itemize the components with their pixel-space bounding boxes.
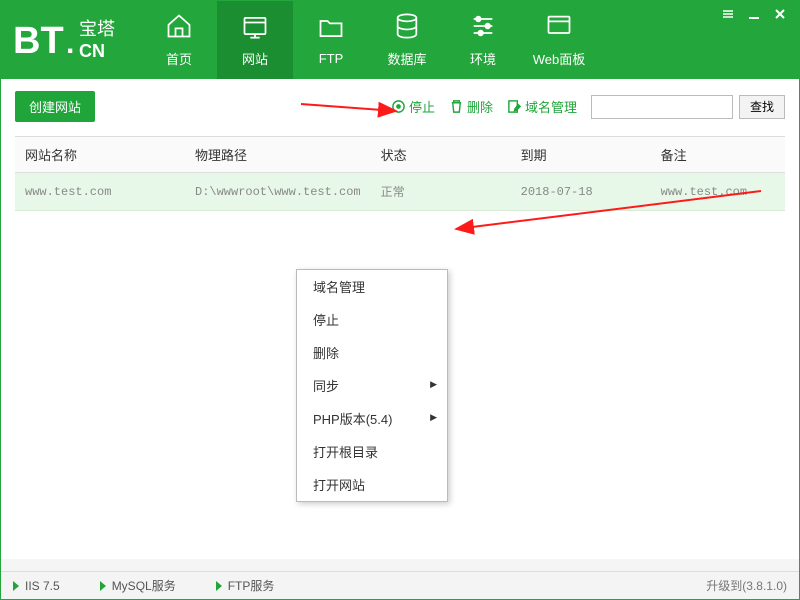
nav-ftp-label: FTP bbox=[319, 51, 344, 66]
ctx-stop[interactable]: 停止 bbox=[297, 303, 447, 336]
nav-ftp[interactable]: FTP bbox=[293, 1, 369, 79]
cell-name: www.test.com bbox=[15, 173, 185, 211]
home-icon bbox=[165, 12, 193, 43]
status-ftp[interactable]: FTP服务 bbox=[216, 577, 275, 594]
ctx-php-ver[interactable]: PHP版本(5.4) bbox=[297, 402, 447, 435]
window-controls bbox=[715, 5, 793, 23]
search-button[interactable]: 查找 bbox=[739, 95, 785, 119]
header: BT . 宝塔 CN 首页 网站 FTP bbox=[1, 1, 799, 79]
logo: BT . 宝塔 CN bbox=[1, 1, 141, 79]
nav-web[interactable]: Web面板 bbox=[521, 1, 597, 79]
status-ftp-label: FTP服务 bbox=[228, 577, 275, 594]
play-icon bbox=[100, 581, 106, 591]
delete-label: 删除 bbox=[467, 97, 493, 116]
database-icon bbox=[393, 12, 421, 43]
stop-action[interactable]: 停止 bbox=[391, 97, 435, 116]
col-status[interactable]: 状态 bbox=[371, 137, 511, 173]
content: 创建网站 停止 删除 域名管理 查找 网站名称 物理路径 状态 到期 备注 bbox=[1, 79, 799, 559]
svg-text:BT: BT bbox=[13, 20, 64, 62]
status-mysql[interactable]: MySQL服务 bbox=[100, 577, 176, 594]
sites-table: 网站名称 物理路径 状态 到期 备注 www.test.com D:\wwwro… bbox=[15, 136, 785, 211]
status-iis-label: IIS 7.5 bbox=[25, 579, 60, 593]
nav: 首页 网站 FTP 数据库 环境 bbox=[141, 1, 597, 79]
svg-text:宝塔: 宝塔 bbox=[79, 19, 115, 39]
col-expire[interactable]: 到期 bbox=[511, 137, 651, 173]
site-icon bbox=[241, 12, 269, 43]
nav-env-label: 环境 bbox=[470, 49, 496, 68]
toolbar: 创建网站 停止 删除 域名管理 查找 bbox=[15, 91, 785, 122]
search-input[interactable] bbox=[591, 95, 733, 119]
svg-text:CN: CN bbox=[79, 41, 105, 61]
nav-site-label: 网站 bbox=[242, 49, 268, 68]
cell-status: 正常 bbox=[371, 173, 511, 211]
table-row[interactable]: www.test.com D:\wwwroot\www.test.com 正常 … bbox=[15, 173, 785, 211]
menu-button[interactable] bbox=[715, 5, 741, 23]
panel-icon bbox=[545, 12, 573, 43]
col-path[interactable]: 物理路径 bbox=[185, 137, 371, 173]
edit-icon bbox=[507, 99, 522, 114]
stop-label: 停止 bbox=[409, 97, 435, 116]
trash-icon bbox=[449, 99, 464, 114]
cell-expire: 2018-07-18 bbox=[511, 173, 651, 211]
play-icon bbox=[216, 581, 222, 591]
statusbar: IIS 7.5 MySQL服务 FTP服务 升级到(3.8.1.0) bbox=[1, 571, 799, 599]
nav-home-label: 首页 bbox=[166, 49, 192, 68]
status-mysql-label: MySQL服务 bbox=[112, 577, 176, 594]
nav-env[interactable]: 环境 bbox=[445, 1, 521, 79]
svg-text:.: . bbox=[66, 27, 74, 60]
nav-web-label: Web面板 bbox=[533, 49, 586, 68]
cell-note: www.test.com bbox=[651, 173, 785, 211]
folder-icon bbox=[317, 14, 345, 45]
nav-db[interactable]: 数据库 bbox=[369, 1, 445, 79]
domain-manage-action[interactable]: 域名管理 bbox=[507, 97, 577, 116]
delete-action[interactable]: 删除 bbox=[449, 97, 493, 116]
nav-home[interactable]: 首页 bbox=[141, 1, 217, 79]
play-icon bbox=[13, 581, 19, 591]
col-note[interactable]: 备注 bbox=[651, 137, 785, 173]
cell-path: D:\wwwroot\www.test.com bbox=[185, 173, 371, 211]
nav-site[interactable]: 网站 bbox=[217, 1, 293, 79]
domain-manage-label: 域名管理 bbox=[525, 97, 577, 116]
col-name[interactable]: 网站名称 bbox=[15, 137, 185, 173]
ctx-open-site[interactable]: 打开网站 bbox=[297, 468, 447, 501]
ctx-sync[interactable]: 同步 bbox=[297, 369, 447, 402]
ctx-delete[interactable]: 删除 bbox=[297, 336, 447, 369]
nav-db-label: 数据库 bbox=[387, 49, 426, 68]
sliders-icon bbox=[469, 12, 497, 43]
status-iis[interactable]: IIS 7.5 bbox=[13, 579, 60, 593]
ctx-domain-manage[interactable]: 域名管理 bbox=[297, 270, 447, 303]
ctx-open-root[interactable]: 打开根目录 bbox=[297, 435, 447, 468]
table-header-row: 网站名称 物理路径 状态 到期 备注 bbox=[15, 137, 785, 173]
context-menu: 域名管理 停止 删除 同步 PHP版本(5.4) 打开根目录 打开网站 bbox=[296, 269, 448, 502]
create-site-button[interactable]: 创建网站 bbox=[15, 91, 95, 122]
minimize-button[interactable] bbox=[741, 5, 767, 23]
stop-icon bbox=[391, 99, 406, 114]
close-button[interactable] bbox=[767, 5, 793, 23]
upgrade-link[interactable]: 升级到(3.8.1.0) bbox=[706, 577, 787, 594]
